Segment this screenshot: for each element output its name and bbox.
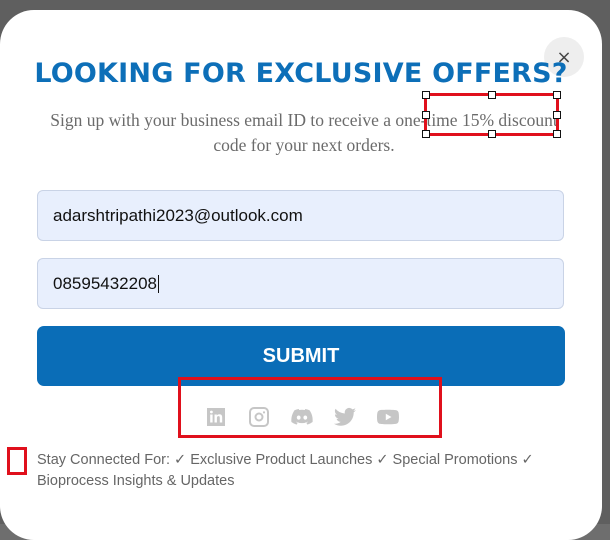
selection-handle[interactable] — [488, 91, 496, 99]
discord-icon[interactable] — [290, 405, 314, 429]
phone-value: 08595432208 — [53, 273, 158, 293]
selection-handle[interactable] — [553, 91, 561, 99]
modal-title: LOOKING FOR EXCLUSIVE OFFERS? — [34, 58, 568, 89]
instagram-icon[interactable] — [247, 405, 271, 429]
linkedin-icon[interactable] — [204, 405, 228, 429]
text-caret — [158, 274, 160, 293]
phone-field[interactable]: 08595432208 — [37, 258, 564, 309]
consent-text: Stay Connected For: ✓ Exclusive Product … — [37, 452, 534, 489]
selection-handle[interactable] — [422, 130, 430, 138]
selection-handle[interactable] — [553, 111, 561, 119]
email-value: adarshtripathi2023@outlook.com — [53, 205, 303, 225]
annotation-highlight-box — [422, 91, 561, 138]
selection-handle[interactable] — [422, 111, 430, 119]
selection-handle[interactable] — [422, 91, 430, 99]
twitter-icon[interactable] — [333, 405, 357, 429]
social-links — [204, 404, 404, 430]
consent-checkbox[interactable] — [7, 447, 27, 475]
youtube-icon[interactable] — [376, 405, 400, 429]
email-field[interactable]: adarshtripathi2023@outlook.com — [37, 190, 564, 241]
selection-handle[interactable] — [488, 130, 496, 138]
selection-handle[interactable] — [553, 130, 561, 138]
